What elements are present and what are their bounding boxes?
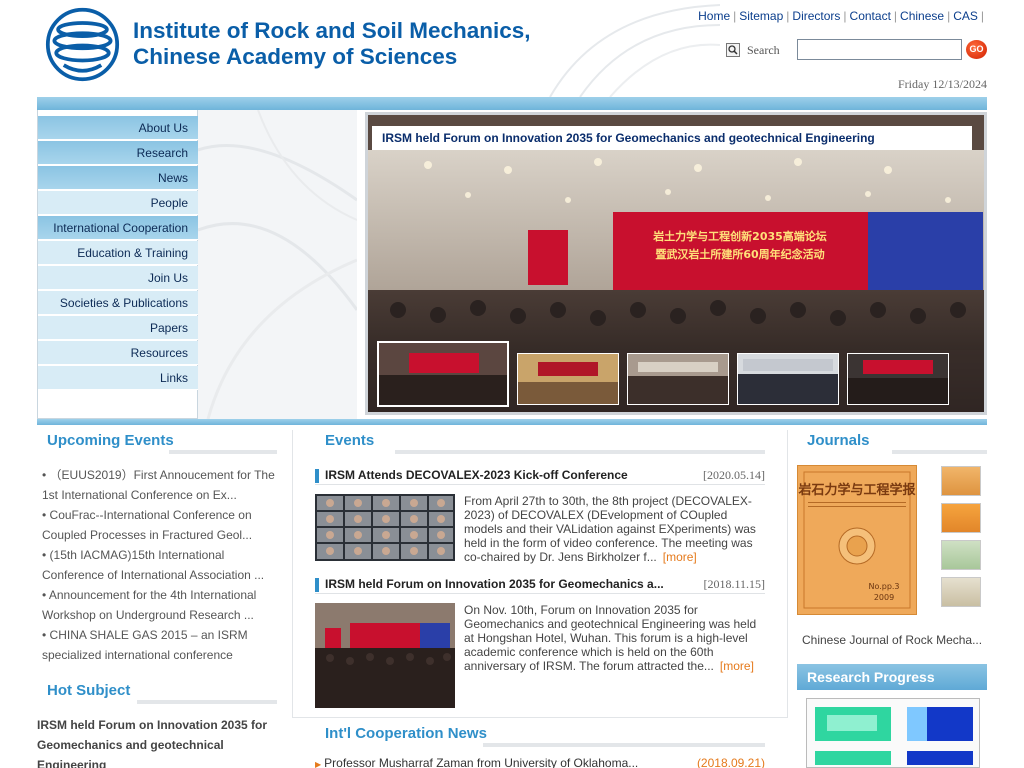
event-more-link[interactable]: [more]	[663, 550, 697, 564]
nav-chinese-link[interactable]: Chinese	[900, 9, 944, 23]
institute-name: Institute of Rock and Soil Mechanics, Ch…	[133, 18, 531, 70]
event-photo-forum[interactable]	[315, 603, 455, 708]
event-title-link[interactable]: IRSM Attends DECOVALEX-2023 Kick-off Con…	[325, 468, 628, 482]
slider-bottom-bar	[37, 419, 987, 425]
event-headline-row: IRSM held Forum on Innovation 2035 for G…	[315, 574, 765, 594]
institute-name-line1: Institute of Rock and Soil Mechanics,	[133, 18, 531, 43]
event-date: [2020.05.14]	[703, 468, 765, 482]
upcoming-events-title: Upcoming Events	[47, 432, 174, 449]
journal-thumb[interactable]	[941, 540, 981, 570]
events-title: Events	[325, 432, 375, 449]
upcoming-event-item[interactable]: • CHINA SHALE GAS 2015 – an ISRM special…	[42, 625, 278, 665]
research-progress-header: Research Progress	[797, 664, 987, 690]
journal-cover-year: 2009	[874, 593, 894, 602]
column-divider	[292, 717, 788, 718]
intl-coop-date: (2018.09.21)	[696, 756, 765, 768]
event-photo-video-conference[interactable]	[315, 494, 455, 561]
intl-coop-header: Int'l Cooperation News	[315, 723, 765, 747]
event-summary: From April 27th to 30th, the 8th project…	[464, 494, 764, 564]
event-summary: On Nov. 10th, Forum on Innovation 2035 f…	[464, 603, 764, 673]
nav-sitemap-link[interactable]: Sitemap	[739, 9, 783, 23]
column-divider	[787, 430, 788, 717]
search-icon	[726, 43, 740, 57]
events-header: Events	[315, 430, 765, 454]
search-go-button[interactable]: GO	[966, 40, 987, 59]
sidebar-item-education-training[interactable]: Education & Training	[38, 241, 198, 265]
headline-marker	[315, 469, 319, 483]
journal-cover-issue: No.pp.3	[868, 582, 899, 591]
intl-coop-item: ▶ Professor Musharraf Zaman from Universi…	[315, 756, 765, 768]
news-slider[interactable]: 岩土力学与工程创新2035高端论坛 暨武汉岩土所建所60周年纪念活动 IRSM …	[365, 112, 987, 415]
search-label: Search	[747, 43, 780, 57]
sidebar-item-societies-publications[interactable]: Societies & Publications	[38, 291, 198, 315]
intl-coop-link[interactable]: Professor Musharraf Zaman from Universit…	[324, 756, 638, 768]
slide-thumb-4[interactable]	[737, 353, 839, 405]
journal-cover[interactable]: 岩石力学与工程学报 No.pp.3 2009	[797, 465, 917, 615]
bullet-arrow-icon: ▶	[315, 760, 322, 768]
search-input[interactable]	[797, 39, 962, 60]
nav-home-link[interactable]: Home	[698, 9, 730, 23]
slide-thumb-5[interactable]	[847, 353, 949, 405]
slide-banner-line1: 岩土力学与工程创新2035高端论坛	[652, 229, 827, 243]
slide-caption[interactable]: IRSM held Forum on Innovation 2035 for G…	[382, 131, 875, 145]
upcoming-event-item[interactable]: • Announcement for the 4th International…	[42, 585, 278, 625]
sidebar-item-resources[interactable]: Resources	[38, 341, 198, 365]
journals-header: Journals	[797, 430, 987, 454]
header-decoration	[549, 4, 720, 97]
event-title-link[interactable]: IRSM held Forum on Innovation 2035 for G…	[325, 577, 664, 591]
hot-subject-header: Hot Subject	[37, 680, 277, 704]
nav-directors-link[interactable]: Directors	[792, 9, 840, 23]
sidebar-item-people[interactable]: People	[38, 191, 198, 215]
event-date: [2018.11.15]	[703, 577, 765, 591]
upcoming-event-item[interactable]: • （EUUS2019）First Annoucement for The 1s…	[42, 465, 278, 505]
sidebar-item-about-us[interactable]: About Us	[38, 116, 198, 140]
journals-title: Journals	[807, 432, 870, 449]
event-summary-text: From April 27th to 30th, the 8th project…	[464, 494, 756, 564]
slide-thumb-2[interactable]	[517, 353, 619, 405]
upcoming-events-header: Upcoming Events	[37, 430, 277, 454]
header-divider-bar	[37, 97, 987, 110]
slide-thumb-1[interactable]	[377, 341, 509, 407]
journal-thumb[interactable]	[941, 466, 981, 496]
sidebar-item-international-cooperation[interactable]: International Cooperation	[38, 216, 198, 240]
event-headline-row: IRSM Attends DECOVALEX-2023 Kick-off Con…	[315, 465, 765, 485]
sidebar-item-research[interactable]: Research	[38, 141, 198, 165]
sidebar-item-links[interactable]: Links	[38, 366, 198, 390]
event-summary-text: On Nov. 10th, Forum on Innovation 2035 f…	[464, 603, 757, 673]
sidebar-menu: About Us Research News People Internatio…	[37, 110, 198, 419]
research-progress-title: Research Progress	[807, 669, 935, 685]
research-progress-figure[interactable]	[806, 698, 980, 768]
journal-thumb[interactable]	[941, 577, 981, 607]
nav-cas-link[interactable]: CAS	[953, 9, 978, 23]
institute-logo-icon[interactable]	[45, 7, 120, 82]
hot-subject-item[interactable]: IRSM held Forum on Innovation 2035 for G…	[37, 715, 282, 768]
upcoming-event-item[interactable]: • (15th IACMAG)15th International Confer…	[42, 545, 278, 585]
headline-marker	[315, 578, 319, 592]
top-navigation: Home | Sitemap | Directors | Contact | Chinese | C…	[698, 9, 984, 23]
hot-subject-title: Hot Subject	[47, 682, 131, 699]
current-date: Friday 12/13/2024	[898, 77, 987, 91]
journal-cover-title: 岩石力学与工程学报	[798, 482, 916, 498]
event-more-link[interactable]: [more]	[720, 659, 754, 673]
upcoming-event-item[interactable]: • CouFrac--International Conference on C…	[42, 505, 278, 545]
column-divider	[292, 430, 293, 717]
sidebar-item-join-us[interactable]: Join Us	[38, 266, 198, 290]
intl-coop-title: Int'l Cooperation News	[325, 725, 487, 742]
nav-contact-link[interactable]: Contact	[850, 9, 891, 23]
sidebar-decoration	[198, 110, 357, 419]
slide-banner-line2: 暨武汉岩土所建所60周年纪念活动	[655, 247, 824, 261]
sidebar-item-news[interactable]: News	[38, 166, 198, 190]
slide-thumb-3[interactable]	[627, 353, 729, 405]
journal-name-link[interactable]: Chinese Journal of Rock Mecha...	[802, 633, 982, 647]
sidebar-item-papers[interactable]: Papers	[38, 316, 198, 340]
institute-name-line2: Chinese Academy of Sciences	[133, 44, 458, 69]
journal-thumb[interactable]	[941, 503, 981, 533]
